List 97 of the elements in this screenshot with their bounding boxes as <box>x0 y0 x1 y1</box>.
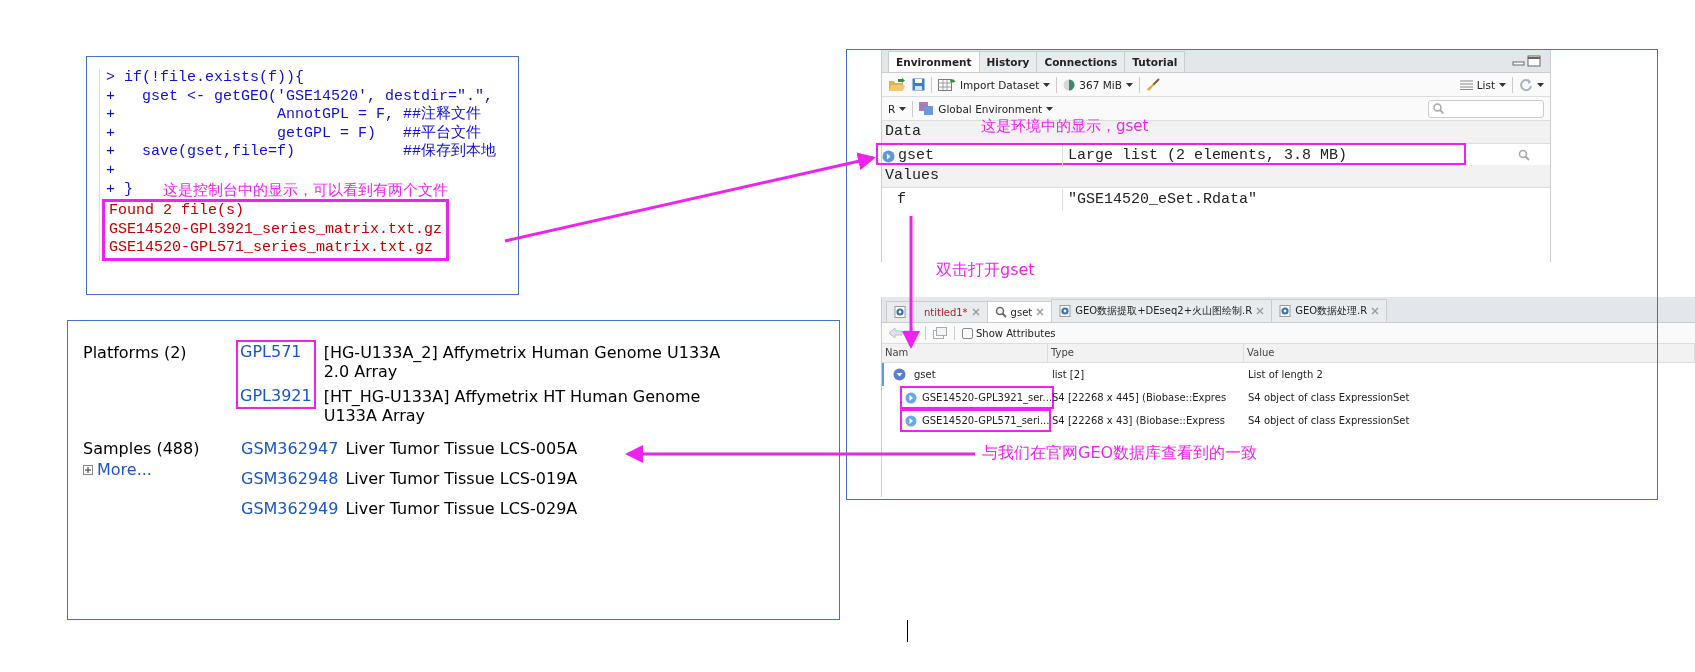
r-file-icon <box>894 306 906 318</box>
table-cell-text: S4 object of class ExpressionSet <box>1247 414 1411 428</box>
language-dropdown[interactable]: R <box>888 102 907 115</box>
variable-name: f <box>897 190 906 210</box>
console-prompt: + <box>106 87 116 107</box>
more-link[interactable]: More... <box>97 460 152 479</box>
tab[interactable]: Connections <box>1036 51 1126 72</box>
editor-tab[interactable]: gset <box>986 301 1053 322</box>
code-line: AnnotGPL = F, ##注释文件 <box>276 106 482 124</box>
editor-tab[interactable]: GEO数据提取+DEseq2+火山图绘制.R <box>1051 299 1273 322</box>
annotation-text: 这是控制台中的显示，可以看到有两个文件 <box>163 180 448 200</box>
table-cell-text: list [2] <box>1051 368 1086 382</box>
console-prompt: + <box>106 143 116 162</box>
caret-icon <box>899 106 907 111</box>
caret-icon <box>1043 82 1051 87</box>
tree-node-name[interactable]: gset <box>914 369 936 380</box>
stack-icon <box>919 101 935 116</box>
caret-icon <box>1125 82 1133 87</box>
platform-link[interactable]: GPL571 <box>240 342 302 361</box>
popout-icon <box>933 327 947 339</box>
expand-icon <box>83 464 93 475</box>
table-cell-text: S4 object of class ExpressionSet <box>1247 391 1411 405</box>
show-attributes-checkbox[interactable]: Show Attributes <box>962 327 1056 339</box>
highlight-box[interactable]: GSE14520-GPL571_seri... <box>900 409 1052 432</box>
console-output: Found 2 file(s) <box>109 202 246 221</box>
column-header[interactable]: Value <box>1244 344 1695 363</box>
memory-usage-button[interactable]: 367 MiB <box>1063 78 1133 91</box>
search-icon <box>1433 103 1444 114</box>
list-view-button[interactable]: List <box>1459 78 1506 91</box>
table-cell-text: S4 [22268 x 43] (Biobase::Express <box>1051 414 1226 428</box>
sample-link[interactable]: GSM362947 <box>241 439 339 458</box>
platform-description: [HT_HG-U133A] Affymetrix HT Human Genome U133A Array <box>323 387 702 425</box>
code-line: } <box>124 180 133 200</box>
expand-icon <box>905 414 917 427</box>
table-cell-text: List of length 2 <box>1247 368 1324 382</box>
open-folder-icon <box>888 77 906 92</box>
list-icon <box>1459 79 1473 90</box>
code-line: if(!file.exists(f)){ <box>124 69 305 88</box>
refresh-button[interactable] <box>1519 77 1544 92</box>
refresh-icon <box>1519 77 1533 92</box>
sample-description: Liver Tumor Tissue LCS-029A <box>345 499 579 518</box>
console-prompt: > <box>106 69 116 88</box>
console-output: GSE14520-GPL571_series_matrix.txt.gz <box>109 239 435 258</box>
column-header[interactable]: Nam <box>882 344 1048 363</box>
caret-icon <box>1046 106 1054 111</box>
console-prompt: + <box>106 180 116 200</box>
window-controls-icon <box>1512 55 1542 67</box>
search-icon <box>1518 148 1530 161</box>
section-label: Platforms (2) <box>83 343 188 364</box>
close-icon <box>971 308 980 316</box>
close-icon <box>1371 307 1380 315</box>
variable-name: gset <box>898 146 934 166</box>
caret-icon <box>1499 82 1506 87</box>
checkbox[interactable] <box>962 327 973 339</box>
table-icon <box>938 78 956 91</box>
annotation-text: 双击打开gset <box>936 260 1035 281</box>
pie-icon <box>1063 78 1076 91</box>
search-icon <box>994 306 1007 318</box>
tab[interactable]: Environment <box>888 51 980 72</box>
broom-icon <box>1145 77 1160 92</box>
column-header[interactable]: Type <box>1048 344 1244 363</box>
code-line: gset <- getGEO('GSE14520', destdir=".", <box>141 87 494 105</box>
search-field[interactable] <box>1428 99 1544 118</box>
import-dataset-button[interactable]: Import Dataset <box>938 78 1051 91</box>
platform-link[interactable]: GPL3921 <box>240 386 312 405</box>
tab[interactable]: Tutorial <box>1124 51 1186 72</box>
section-label: Samples (488) <box>83 439 201 458</box>
sample-description: Liver Tumor Tissue LCS-005A <box>345 439 579 458</box>
tab[interactable]: History <box>978 51 1038 72</box>
sample-link[interactable]: GSM362948 <box>241 469 339 488</box>
section-header: Data <box>885 122 921 142</box>
annotation-text: 与我们在官网GEO数据库查看到的一致 <box>982 443 1258 464</box>
console-prompt: + <box>106 161 116 181</box>
platform-description: [HG-U133A_2] Affymetrix Human Genome U133A 2.0 Array <box>323 343 722 381</box>
sample-link[interactable]: GSM362949 <box>241 499 339 518</box>
environment-dropdown[interactable]: Global Environment <box>919 101 1054 116</box>
caret-icon <box>1537 82 1544 87</box>
section-header: Values <box>885 166 939 186</box>
variable-value: "GSE14520_eSet.Rdata" <box>1067 190 1259 210</box>
editor-tab[interactable]: ntitled1* <box>886 301 988 322</box>
editor-tab[interactable]: GEO数据处理.R <box>1271 299 1388 322</box>
back-forward-icon <box>888 327 918 339</box>
console-prompt: + <box>106 106 116 125</box>
console-prompt: + <box>106 124 116 144</box>
environment-row[interactable]: f "GSE14520_eSet.Rdata" <box>876 187 1466 209</box>
close-icon <box>1036 308 1045 316</box>
code-line: getGPL = F) ##平台文件 <box>276 124 482 142</box>
close-icon <box>1256 307 1265 315</box>
save-icon <box>912 78 925 91</box>
console-output: GSE14520-GPL3921_series_matrix.txt.gz <box>109 220 443 240</box>
code-line: save(gset,file=f) ##保存到本地 <box>141 143 497 162</box>
r-file-icon <box>1279 305 1292 317</box>
annotation-text: 这是环境中的显示，gset <box>981 117 1149 137</box>
sample-description: Liver Tumor Tissue LCS-019A <box>345 469 579 488</box>
r-file-icon <box>1059 305 1072 317</box>
variable-value: Large list (2 elements, 3.8 MB) <box>1067 146 1349 166</box>
expand-icon <box>905 391 917 404</box>
